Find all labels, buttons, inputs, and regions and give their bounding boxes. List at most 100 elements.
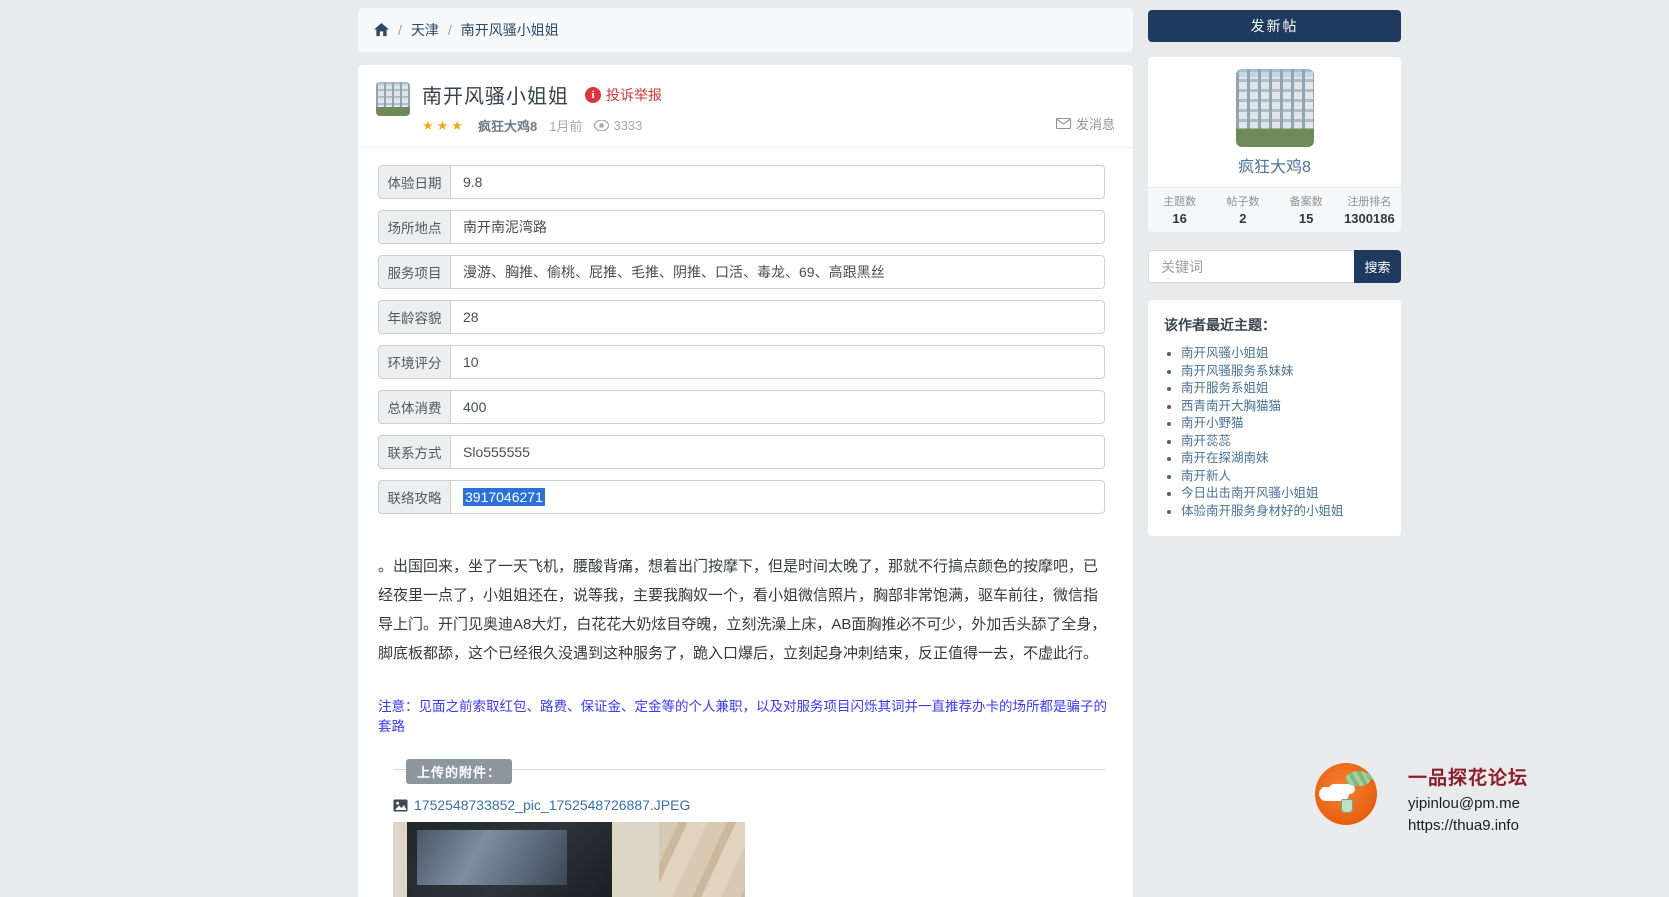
field-value[interactable]: Slo555555 (450, 435, 1105, 469)
post-author[interactable]: 疯狂大鸡8 (478, 116, 537, 135)
stat-records: 备案数 15 (1275, 188, 1338, 232)
topic-link[interactable]: 今日出击南开风骚小姐姐 (1181, 486, 1319, 500)
logo-cup-shape (1341, 799, 1353, 813)
envelope-icon (1056, 118, 1071, 129)
field-value[interactable]: 28 (450, 300, 1105, 334)
search-button[interactable]: 搜索 (1354, 250, 1401, 283)
author-profile-card: 疯狂大鸡8 主题数 16 帖子数 2 备案数 15 注册排名 1300186 (1148, 57, 1401, 232)
field-row-environment-score: 环境评分 10 (378, 345, 1105, 379)
topic-link[interactable]: 南开风骚小姐姐 (1181, 346, 1269, 360)
breadcrumb-item-current[interactable]: 南开风骚小姐姐 (461, 20, 559, 40)
breadcrumb-item-city[interactable]: 天津 (411, 20, 439, 40)
field-value-text: 南开南泥湾路 (463, 217, 547, 237)
list-item: 南开服务系姐姐 (1181, 380, 1387, 398)
field-value[interactable]: 3917046271 (450, 480, 1105, 514)
site-name: 一品探花论坛 (1408, 763, 1528, 790)
field-row-total-cost: 总体消费 400 (378, 390, 1105, 424)
list-item: 南开风骚小姐姐 (1181, 345, 1387, 363)
send-message-label: 发消息 (1076, 114, 1115, 133)
post-title: 南开风骚小姐姐 (422, 80, 569, 109)
attachments-section: 上传的附件： 1752548733852_pic_1752548726887.J… (393, 769, 1105, 897)
topic-link[interactable]: 体验南开服务身材好的小姐姐 (1181, 504, 1344, 518)
stat-label: 备案数 (1275, 193, 1338, 209)
field-value[interactable]: 漫游、胸推、偷桃、屁推、毛推、阴推、口活、毒龙、69、高跟黑丝 (450, 255, 1105, 289)
list-item: 今日出击南开风骚小姐姐 (1181, 485, 1387, 503)
field-value[interactable]: 南开南泥湾路 (450, 210, 1105, 244)
info-circle-icon: i (585, 87, 601, 103)
attachments-label: 上传的附件： (406, 759, 512, 784)
stat-label: 注册排名 (1338, 193, 1401, 209)
field-label: 服务项目 (378, 255, 450, 289)
recent-topics-title: 该作者最近主题： (1164, 315, 1387, 335)
scam-warning-note: 注意：见面之前索取红包、路费、保证金、定金等的个人兼职，以及对服务项目闪烁其词并… (358, 695, 1133, 735)
field-value-text: 10 (463, 354, 479, 370)
field-label: 体验日期 (378, 165, 450, 199)
topic-link[interactable]: 南开风骚服务系妹妹 (1181, 364, 1294, 378)
field-value-text: 28 (463, 309, 479, 325)
recent-topics-list: 南开风骚小姐姐 南开风骚服务系妹妹 南开服务系姐姐 西青南开大胸猫猫 南开小野猫… (1164, 345, 1387, 520)
new-post-button[interactable]: 发新帖 (1148, 10, 1401, 42)
attachment-image[interactable] (393, 822, 745, 897)
report-button[interactable]: i 投诉举报 (585, 85, 662, 105)
stat-value: 15 (1275, 211, 1338, 226)
list-item: 南开新人 (1181, 468, 1387, 486)
field-value[interactable]: 10 (450, 345, 1105, 379)
profile-stats: 主题数 16 帖子数 2 备案数 15 注册排名 1300186 (1148, 187, 1401, 232)
list-item: 南开在探湖南妹 (1181, 450, 1387, 468)
post-time: 1月前 (549, 116, 582, 135)
field-label: 联络攻略 (378, 480, 450, 514)
profile-avatar[interactable] (1236, 69, 1314, 147)
site-email: yipinlou@pm.me (1408, 795, 1528, 812)
topic-link[interactable]: 西青南开大胸猫猫 (1181, 399, 1281, 413)
report-label: 投诉举报 (606, 85, 662, 105)
recent-topics-card: 该作者最近主题： 南开风骚小姐姐 南开风骚服务系妹妹 南开服务系姐姐 西青南开大… (1148, 300, 1401, 536)
field-value-text: 漫游、胸推、偷桃、屁推、毛推、阴推、口活、毒龙、69、高跟黑丝 (463, 262, 885, 282)
topic-link[interactable]: 南开在探湖南妹 (1181, 451, 1269, 465)
logo-turtle-shape (1346, 771, 1370, 786)
field-value[interactable]: 400 (450, 390, 1105, 424)
field-row-services: 服务项目 漫游、胸推、偷桃、屁推、毛推、阴推、口活、毒龙、69、高跟黑丝 (378, 255, 1105, 289)
field-label: 场所地点 (378, 210, 450, 244)
stat-label: 帖子数 (1211, 193, 1274, 209)
field-row-location: 场所地点 南开南泥湾路 (378, 210, 1105, 244)
author-avatar[interactable] (376, 82, 410, 116)
topic-link[interactable]: 南开新人 (1181, 469, 1231, 483)
stat-posts: 帖子数 2 (1211, 188, 1274, 232)
view-count-value: 3333 (613, 118, 642, 133)
field-row-contact: 联系方式 Slo555555 (378, 435, 1105, 469)
field-value-text: Slo555555 (463, 444, 530, 460)
breadcrumb-separator: / (398, 22, 402, 38)
field-value-text: 9.8 (463, 174, 482, 190)
send-message-button[interactable]: 发消息 (1056, 114, 1115, 133)
post-fields: 体验日期 9.8 场所地点 南开南泥湾路 服务项目 漫游、胸推、偷桃、屁推、毛推… (358, 148, 1133, 514)
field-label: 环境评分 (378, 345, 450, 379)
stat-register-rank: 注册排名 1300186 (1338, 188, 1401, 232)
profile-username[interactable]: 疯狂大鸡8 (1148, 153, 1401, 177)
topic-link[interactable]: 南开蕊蕊 (1181, 434, 1231, 448)
star-rating: ★★★ (422, 118, 466, 134)
home-icon[interactable] (374, 23, 389, 37)
list-item: 南开蕊蕊 (1181, 433, 1387, 451)
site-logo[interactable] (1315, 763, 1377, 825)
post-header: 南开风骚小姐姐 i 投诉举报 ★★★ 疯狂大鸡8 1月前 3333 发消息 (358, 65, 1133, 147)
list-item: 体验南开服务身材好的小姐姐 (1181, 503, 1387, 521)
attachment-file-link[interactable]: 1752548733852_pic_1752548726887.JPEG (393, 797, 1105, 813)
search-input[interactable] (1148, 250, 1354, 283)
field-value[interactable]: 9.8 (450, 165, 1105, 199)
site-url: https://thua9.info (1408, 817, 1528, 834)
image-region (659, 822, 745, 897)
topic-link[interactable]: 南开小野猫 (1181, 416, 1244, 430)
field-row-experience-date: 体验日期 9.8 (378, 165, 1105, 199)
breadcrumb: / 天津 / 南开风骚小姐姐 (358, 8, 1133, 52)
attachment-file-name: 1752548733852_pic_1752548726887.JPEG (414, 797, 690, 813)
stat-label: 主题数 (1148, 193, 1211, 209)
image-region (407, 822, 612, 897)
field-value-text: 400 (463, 399, 486, 415)
field-row-contact-guide: 联络攻略 3917046271 (378, 480, 1105, 514)
list-item: 西青南开大胸猫猫 (1181, 398, 1387, 416)
topic-link[interactable]: 南开服务系姐姐 (1181, 381, 1269, 395)
image-file-icon (393, 799, 408, 812)
breadcrumb-separator: / (448, 22, 452, 38)
eye-icon (594, 120, 609, 131)
post-body-text: 。出国回来，坐了一天飞机，腰酸背痛，想着出门按摩下，但是时间太晚了，那就不行搞点… (358, 552, 1133, 668)
